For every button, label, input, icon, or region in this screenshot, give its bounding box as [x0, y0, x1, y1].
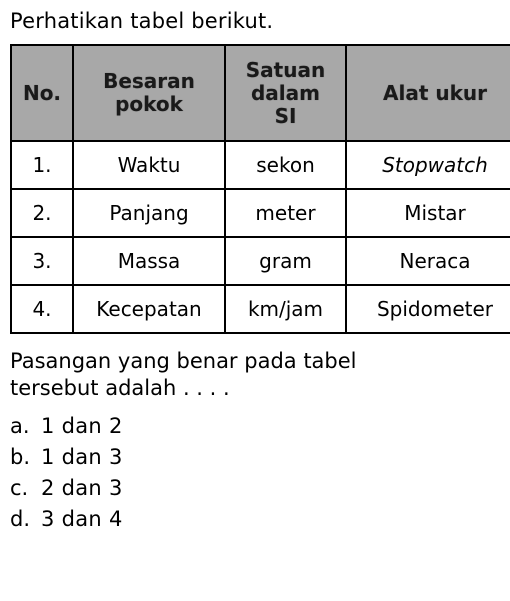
cell-no: 4. [10, 284, 74, 334]
intro-text: Perhatikan tabel berikut. [10, 9, 274, 33]
answer-choices: a. 1 dan 2 b. 1 dan 3 c. 2 dan 3 d. 3 da… [10, 411, 500, 535]
header-satuan-line-1: Satuan [245, 57, 326, 82]
choice-b-letter: b. [10, 445, 31, 469]
cell-alat: Mistar [345, 188, 510, 238]
choice-a-letter: a. [10, 414, 30, 438]
cell-besaran: Waktu [72, 140, 226, 190]
header-alat-line-1: Alat ukur [383, 80, 487, 105]
cell-besaran: Kecepatan [72, 284, 226, 334]
header-cell-alat-ukur: Alat ukur [345, 44, 510, 142]
question-line-1: Pasangan yang benar pada tabel [10, 349, 357, 373]
choice-c[interactable]: c. 2 dan 3 [10, 473, 500, 504]
choice-b-text: 1 dan 3 [41, 445, 123, 469]
header-cell-no: No. [10, 44, 74, 142]
choice-d-letter: d. [10, 507, 31, 531]
choice-d[interactable]: d. 3 dan 4 [10, 504, 500, 535]
question-text: Pasangan yang benar pada tabel tersebut … [10, 348, 499, 402]
table-row: 2. Panjang meter Mistar [10, 188, 510, 238]
choice-c-letter: c. [10, 476, 29, 500]
header-cell-satuan-dalam-si: Satuan dalam SI [224, 44, 347, 142]
choice-a[interactable]: a. 1 dan 2 [10, 411, 500, 442]
cell-no: 1. [10, 140, 74, 190]
cell-no: 2. [10, 188, 74, 238]
header-satuan-line-3: SI [274, 103, 297, 128]
header-satuan-line-2: dalam [250, 80, 320, 105]
cell-satuan: km/jam [224, 284, 347, 334]
table-row: 4. Kecepatan km/jam Spidometer [10, 284, 510, 334]
cell-besaran: Massa [72, 236, 226, 286]
cell-alat: Spidometer [345, 284, 510, 334]
choice-c-text: 2 dan 3 [41, 476, 123, 500]
choice-b[interactable]: b. 1 dan 3 [10, 442, 500, 473]
cell-satuan: sekon [224, 140, 347, 190]
cell-besaran: Panjang [72, 188, 226, 238]
header-cell-besaran-pokok: Besaran pokok [72, 44, 226, 142]
choice-a-text: 1 dan 2 [41, 414, 123, 438]
cell-alat: Neraca [345, 236, 510, 286]
header-no-line-1: No. [22, 80, 62, 105]
cell-satuan: gram [224, 236, 347, 286]
question-line-2: tersebut adalah . . . . [10, 376, 230, 400]
table-row: 1. Waktu sekon Stopwatch [10, 140, 510, 190]
question-page: Perhatikan tabel berikut. No. Besaran po… [0, 0, 510, 535]
table-body: 1. Waktu sekon Stopwatch 2. Panjang mete… [10, 140, 510, 334]
table-header: No. Besaran pokok Satuan dalam SI Alat u… [10, 44, 510, 142]
header-besaran-line-2: pokok [115, 92, 183, 116]
choice-d-text: 3 dan 4 [41, 507, 123, 531]
table-header-row: No. Besaran pokok Satuan dalam SI Alat u… [10, 44, 510, 142]
header-besaran-line-1: Besaran [103, 69, 195, 93]
cell-satuan: meter [224, 188, 347, 238]
besaran-pokok-table: No. Besaran pokok Satuan dalam SI Alat u… [10, 44, 510, 334]
table-row: 3. Massa gram Neraca [10, 236, 510, 286]
cell-no: 3. [10, 236, 74, 286]
cell-alat: Stopwatch [345, 140, 510, 190]
